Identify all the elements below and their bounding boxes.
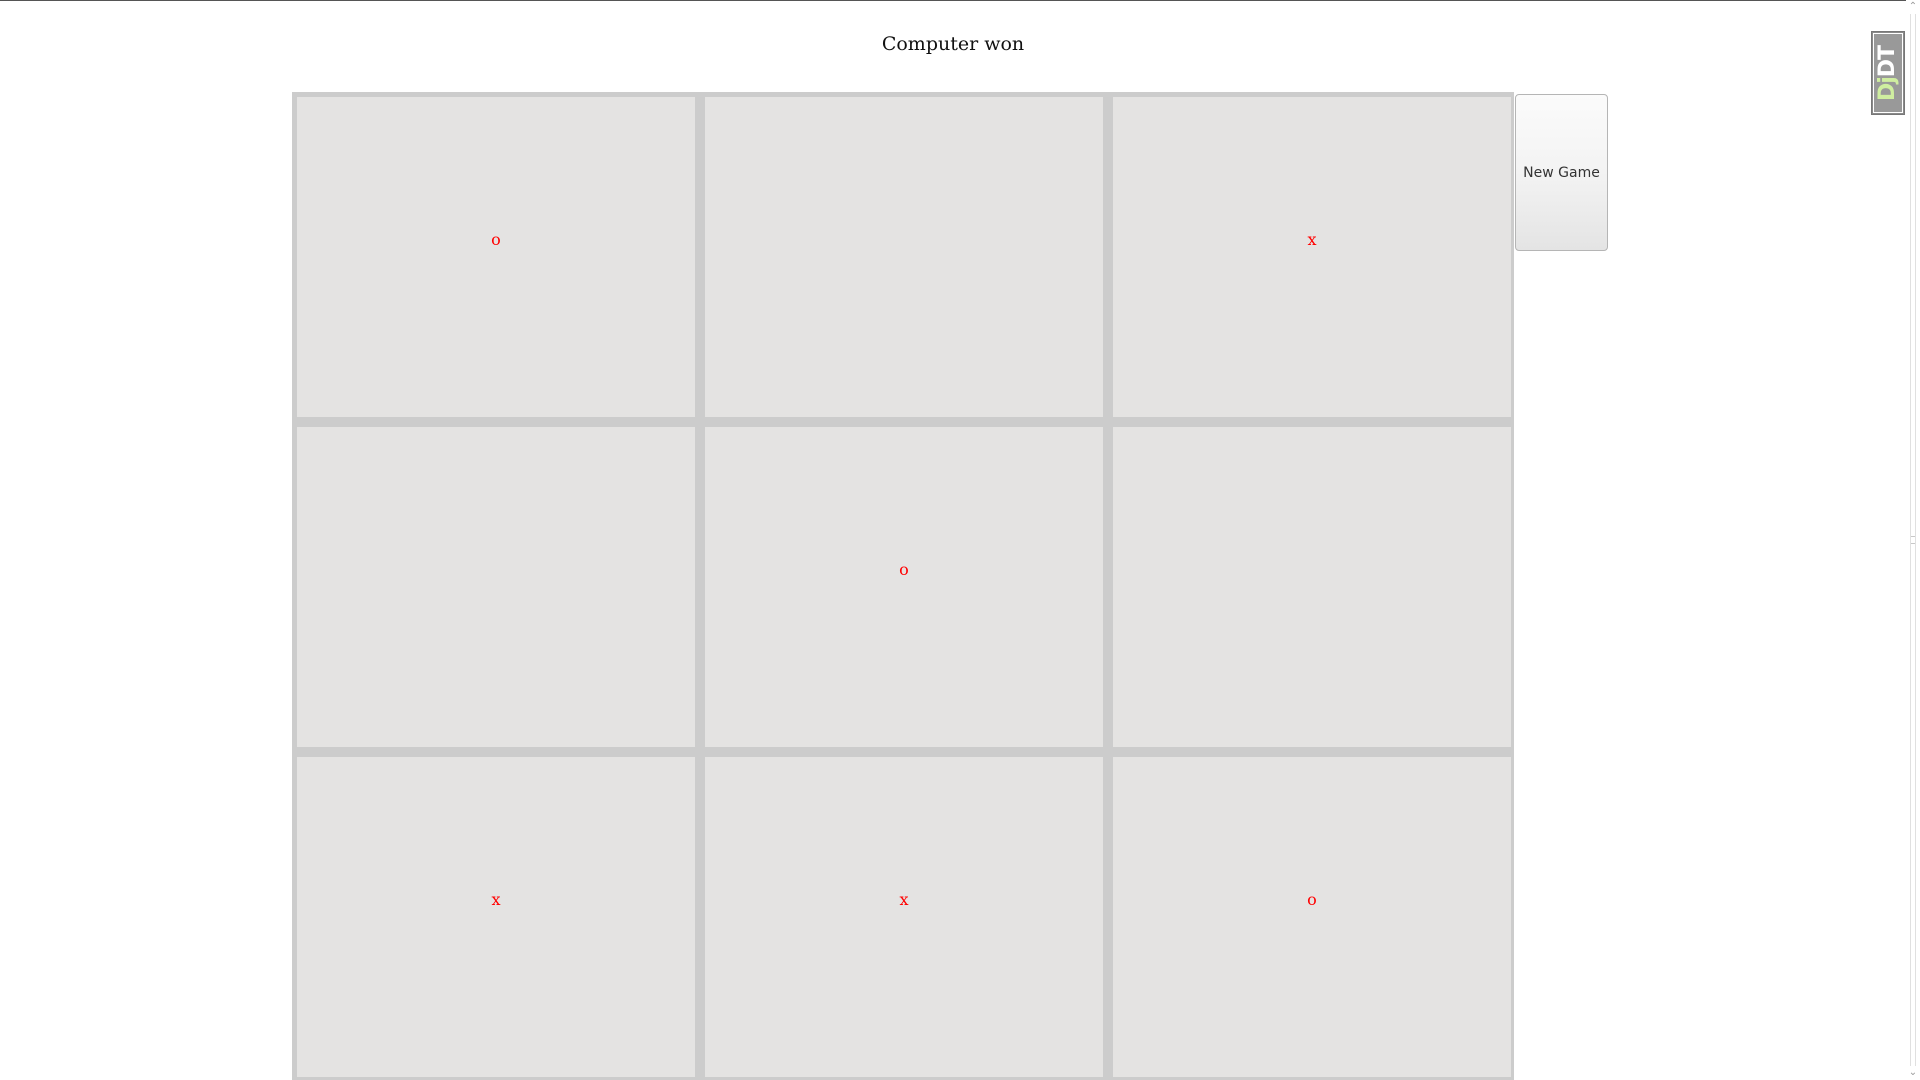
scroll-down-icon[interactable]: ⌄ (1906, 1066, 1920, 1080)
debug-toolbar-label: DjDT (1876, 45, 1901, 100)
vertical-scrollbar[interactable]: ⌃ ⌄ (1906, 0, 1920, 1080)
board-cell-7[interactable]: x (297, 757, 695, 1077)
scroll-grip-icon[interactable] (1911, 536, 1915, 544)
cell-mark: x (899, 889, 909, 909)
game-board: o x o x x o (292, 92, 1514, 1080)
board-cell-8[interactable]: x (705, 757, 1103, 1077)
game-status: Computer won (881, 33, 1025, 55)
board-cell-2[interactable] (705, 97, 1103, 417)
board-cell-1[interactable]: o (297, 97, 695, 417)
board-cell-3[interactable]: x (1113, 97, 1511, 417)
cell-mark: o (491, 229, 501, 249)
board-cell-6[interactable] (1113, 427, 1511, 747)
board-cell-4[interactable] (297, 427, 695, 747)
board-cell-9[interactable]: o (1113, 757, 1511, 1077)
board-cell-5[interactable]: o (705, 427, 1103, 747)
top-divider (0, 0, 1906, 1)
cell-mark: o (1307, 889, 1317, 909)
cell-mark: o (899, 559, 909, 579)
debug-toolbar-handle[interactable]: DjDT (1871, 31, 1905, 115)
cell-mark: x (491, 889, 501, 909)
debug-toolbar-label-suffix: DT (1875, 45, 1901, 77)
debug-toolbar-label-prefix: Dj (1875, 76, 1901, 101)
new-game-button[interactable]: New Game (1515, 94, 1608, 251)
debug-toolbar-logo: DjDT (1873, 33, 1903, 113)
cell-mark: x (1307, 229, 1317, 249)
scroll-up-icon[interactable]: ⌃ (1906, 0, 1920, 14)
